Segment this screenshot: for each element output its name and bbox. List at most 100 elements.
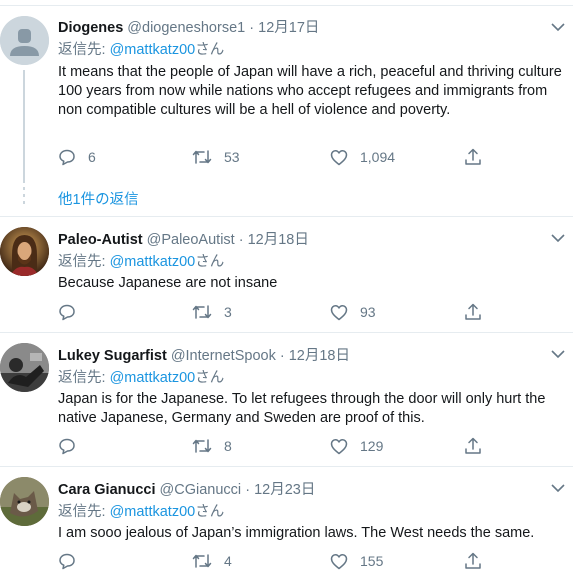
chevron-down-icon[interactable] xyxy=(551,349,565,359)
retweet-icon xyxy=(192,554,212,568)
tweet-text: Because Japanese are not insane xyxy=(58,275,278,291)
separator: · xyxy=(249,20,255,36)
reply-prefix: 返信先: xyxy=(58,504,110,520)
tweet-text: Japan is for the Japanese. To let refuge… xyxy=(58,391,546,426)
retweet-icon xyxy=(192,439,212,453)
tweet-actions: 8 129 xyxy=(58,436,498,456)
like-count: 155 xyxy=(360,553,384,569)
reply-context: 返信先: @mattkatz00さん xyxy=(58,250,224,271)
reply-suffix: さん xyxy=(195,42,225,58)
reply-icon xyxy=(59,438,75,455)
default-avatar-icon xyxy=(0,16,49,65)
chevron-down-icon[interactable] xyxy=(551,483,565,493)
user-handle[interactable]: @diogeneshorse1 xyxy=(127,20,245,36)
share-icon xyxy=(465,437,481,454)
separator: · xyxy=(238,232,244,248)
tweet-header: Lukey Sugarfist @InternetSpook · 12月18日 xyxy=(58,344,350,365)
reply-prefix: 返信先: xyxy=(58,370,110,386)
user-handle[interactable]: @PaleoAutist xyxy=(147,232,235,248)
reply-prefix: 返信先: xyxy=(58,254,110,270)
reply-button[interactable]: 6 xyxy=(58,147,96,167)
avatar[interactable] xyxy=(0,227,49,276)
user-handle[interactable]: @CGianucci xyxy=(160,482,242,498)
mention-link[interactable]: @mattkatz00 xyxy=(110,254,196,270)
share-icon xyxy=(465,148,481,165)
tweet[interactable]: Cara Gianucci @CGianucci · 12月23日 返信先: @… xyxy=(0,467,573,587)
timestamp[interactable]: 12月23日 xyxy=(254,482,315,498)
like-count: 93 xyxy=(360,304,376,320)
grayscale-photo-avatar-icon xyxy=(0,343,49,392)
mention-link[interactable]: @mattkatz00 xyxy=(110,370,196,386)
retweet-button[interactable]: 4 xyxy=(192,551,232,571)
reply-button[interactable] xyxy=(58,551,88,571)
reply-icon xyxy=(59,553,75,570)
retweet-button[interactable]: 3 xyxy=(192,302,232,322)
like-icon xyxy=(330,304,348,320)
share-icon xyxy=(465,303,481,320)
avatar[interactable] xyxy=(0,16,49,65)
mention-link[interactable]: @mattkatz00 xyxy=(110,42,196,58)
share-button[interactable] xyxy=(464,436,482,456)
chevron-down-icon[interactable] xyxy=(551,22,565,32)
reply-count: 6 xyxy=(88,149,96,165)
timestamp[interactable]: 12月18日 xyxy=(289,348,350,364)
show-more-replies-link[interactable]: 他1件の返信 xyxy=(58,188,139,209)
like-button[interactable]: 129 xyxy=(330,436,383,456)
reply-button[interactable] xyxy=(58,436,88,456)
like-icon xyxy=(330,149,348,165)
display-name[interactable]: Cara Gianucci xyxy=(58,482,156,498)
tweet-header: Cara Gianucci @CGianucci · 12月23日 xyxy=(58,478,315,499)
mention-link[interactable]: @mattkatz00 xyxy=(110,504,196,520)
retweet-icon xyxy=(192,150,212,164)
retweet-button[interactable]: 8 xyxy=(192,436,232,456)
tweet-text: I am sooo jealous of Japan’s immigration… xyxy=(58,525,535,541)
timestamp[interactable]: 12月17日 xyxy=(258,20,319,36)
share-icon xyxy=(465,552,481,569)
tweet-header: Paleo-Autist @PaleoAutist · 12月18日 xyxy=(58,228,309,249)
share-button[interactable] xyxy=(464,147,482,167)
reply-icon xyxy=(59,149,75,166)
reply-context: 返信先: @mattkatz00さん xyxy=(58,38,224,59)
tweet-actions: 6 53 1,094 xyxy=(58,147,498,167)
like-button[interactable]: 155 xyxy=(330,551,383,571)
jesus-portrait-avatar-icon xyxy=(0,227,49,276)
avatar[interactable] xyxy=(0,477,49,526)
like-count: 129 xyxy=(360,438,384,454)
reply-suffix: さん xyxy=(195,504,225,520)
tweet-text: It means that the people of Japan will h… xyxy=(58,64,562,118)
reply-suffix: さん xyxy=(195,254,225,270)
reply-prefix: 返信先: xyxy=(58,42,110,58)
share-button[interactable] xyxy=(464,551,482,571)
tweet-actions: 3 93 xyxy=(58,302,498,322)
wolf-photo-avatar-icon xyxy=(0,477,49,526)
reply-context: 返信先: @mattkatz00さん xyxy=(58,500,224,521)
retweet-count: 4 xyxy=(224,553,232,569)
display-name[interactable]: Lukey Sugarfist xyxy=(58,348,167,364)
like-button[interactable]: 93 xyxy=(330,302,376,322)
thread-dots xyxy=(23,187,25,208)
like-icon xyxy=(330,553,348,569)
tweet[interactable]: Lukey Sugarfist @InternetSpook · 12月18日 … xyxy=(0,333,573,467)
retweet-count: 3 xyxy=(224,304,232,320)
tweet[interactable]: Paleo-Autist @PaleoAutist · 12月18日 返信先: … xyxy=(0,217,573,333)
like-count: 1,094 xyxy=(360,149,396,165)
retweet-count: 8 xyxy=(224,438,232,454)
display-name[interactable]: Paleo-Autist xyxy=(58,232,143,248)
like-button[interactable]: 1,094 xyxy=(330,147,395,167)
separator: · xyxy=(279,348,285,364)
avatar[interactable] xyxy=(0,343,49,392)
retweet-button[interactable]: 53 xyxy=(192,147,240,167)
reply-context: 返信先: @mattkatz00さん xyxy=(58,366,224,387)
share-button[interactable] xyxy=(464,302,482,322)
tweet[interactable]: Diogenes @diogeneshorse1 · 12月17日 返信先: @… xyxy=(0,6,573,217)
reply-button[interactable] xyxy=(58,302,88,322)
reply-suffix: さん xyxy=(195,370,225,386)
timestamp[interactable]: 12月18日 xyxy=(248,232,309,248)
display-name[interactable]: Diogenes xyxy=(58,20,123,36)
retweet-icon xyxy=(192,305,212,319)
user-handle[interactable]: @InternetSpook xyxy=(171,348,276,364)
chevron-down-icon[interactable] xyxy=(551,233,565,243)
tweet-actions: 4 155 xyxy=(58,551,498,571)
separator: · xyxy=(245,482,251,498)
retweet-count: 53 xyxy=(224,149,240,165)
